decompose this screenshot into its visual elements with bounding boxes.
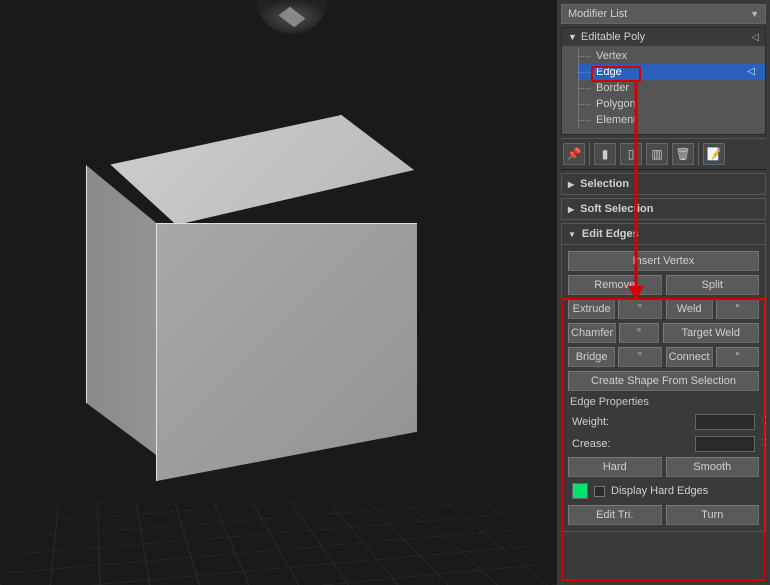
crease-spinner[interactable] [695, 436, 755, 452]
smooth-button[interactable]: Smooth [666, 457, 760, 477]
create-shape-button[interactable]: Create Shape From Selection [568, 371, 759, 391]
collapse-icon: ▼ [568, 230, 576, 239]
extrude-button[interactable]: Extrude [568, 299, 615, 319]
cube-object[interactable] [60, 115, 480, 485]
expand-icon: ▼ [568, 32, 577, 42]
modifier-stack: ▼ Editable Poly ◁ Vertex Edge◁ Border Po… [561, 27, 766, 135]
rollout-title: Selection [580, 178, 629, 190]
target-weld-button[interactable]: Target Weld [663, 323, 760, 343]
delete-button[interactable]: 🗑 [672, 143, 694, 165]
connect-settings-button[interactable]: ▫ [716, 347, 759, 367]
stack-root[interactable]: ▼ Editable Poly ◁ [562, 28, 765, 46]
bridge-settings-button[interactable]: ▫ [618, 347, 661, 367]
configure-button[interactable]: 📝 [703, 143, 725, 165]
weld-settings-button[interactable]: ▫ [716, 299, 759, 319]
display-hard-edges-label: Display Hard Edges [611, 485, 708, 497]
bridge-button[interactable]: Bridge [568, 347, 615, 367]
modifier-list-dropdown[interactable]: Modifier List ▼ [561, 4, 766, 24]
edit-tri-button[interactable]: Edit Tri. [568, 505, 662, 525]
edit-edges-body: Insert Vertex Remove Split Extrude▫ Weld… [561, 245, 766, 532]
insert-vertex-button[interactable]: Insert Vertex [568, 251, 759, 271]
stack-toolbar: 📌 ▮ ▯ ▥ 🗑 📝 [561, 138, 766, 170]
rollout-edit-edges: ▼ Edit Edges Insert Vertex Remove Split … [561, 223, 766, 532]
chevron-down-icon: ▼ [750, 9, 759, 19]
rollout-selection: ▶ Selection [561, 173, 766, 195]
subobject-vertex[interactable]: Vertex [578, 48, 765, 64]
modifier-list-label: Modifier List [568, 8, 627, 20]
rollout-edit-edges-header[interactable]: ▼ Edit Edges [561, 223, 766, 245]
rollout-soft-selection: ▶ Soft Selection [561, 198, 766, 220]
display-hard-edges-row: Display Hard Edges [568, 481, 759, 501]
viewport[interactable] [0, 0, 557, 585]
show-end-result-button[interactable]: ▮ [594, 143, 616, 165]
rollout-title: Soft Selection [580, 203, 653, 215]
weight-row: Weight: [568, 413, 759, 431]
subobject-edge[interactable]: Edge◁ [578, 64, 765, 80]
connect-button[interactable]: Connect [666, 347, 713, 367]
turn-button[interactable]: Turn [666, 505, 760, 525]
grid-floor [0, 502, 557, 585]
visibility-icon: ◁ [747, 66, 761, 77]
rollout-selection-header[interactable]: ▶ Selection [561, 173, 766, 195]
hard-button[interactable]: Hard [568, 457, 662, 477]
pin-stack-button[interactable]: 📌 [563, 143, 585, 165]
weight-label: Weight: [572, 416, 689, 428]
divider [589, 143, 590, 165]
crease-row: Crease: [568, 435, 759, 453]
expand-icon: ▶ [568, 180, 574, 189]
subobject-border[interactable]: Border [578, 80, 765, 96]
make-unique-button[interactable]: ▯ [620, 143, 642, 165]
crease-label: Crease: [572, 438, 689, 450]
visibility-icon[interactable]: ◁ [751, 32, 759, 43]
rollout-soft-selection-header[interactable]: ▶ Soft Selection [561, 198, 766, 220]
chamfer-settings-button[interactable]: ▫ [619, 323, 658, 343]
cube-face-right [156, 223, 446, 513]
weld-button[interactable]: Weld [666, 299, 713, 319]
split-button[interactable]: Split [666, 275, 760, 295]
expand-icon: ▶ [568, 205, 574, 214]
edge-properties-label: Edge Properties [568, 395, 759, 409]
divider [698, 143, 699, 165]
remove-button[interactable]: Remove [568, 275, 662, 295]
weight-spinner[interactable] [695, 414, 755, 430]
display-hard-edges-checkbox[interactable] [594, 486, 605, 497]
subobject-element[interactable]: Element [578, 112, 765, 128]
hard-edge-color-swatch[interactable] [572, 483, 588, 499]
viewcube[interactable] [257, 0, 327, 34]
subobject-list: Vertex Edge◁ Border Polygon Element [562, 46, 765, 134]
chamfer-button[interactable]: Chamfer [568, 323, 616, 343]
stack-root-label: Editable Poly [581, 31, 645, 43]
rollout-title: Edit Edges [582, 228, 639, 240]
remove-modifier-button[interactable]: ▥ [646, 143, 668, 165]
extrude-settings-button[interactable]: ▫ [618, 299, 661, 319]
subobject-polygon[interactable]: Polygon [578, 96, 765, 112]
command-panel: Modifier List ▼ ▼ Editable Poly ◁ Vertex… [557, 0, 770, 585]
